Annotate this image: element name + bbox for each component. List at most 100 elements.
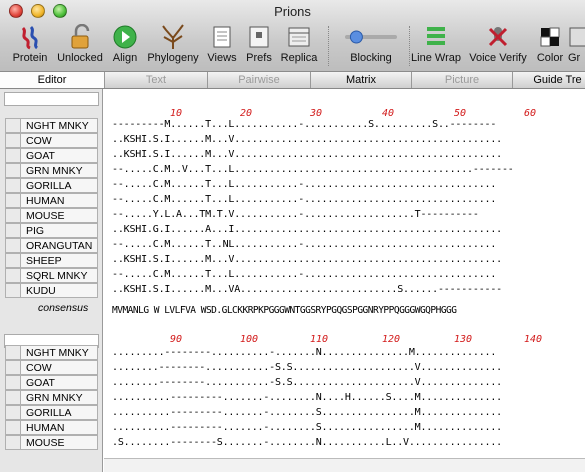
sequence-name: HUMAN: [26, 422, 65, 434]
sequence-name: NGHT MNKY: [26, 120, 89, 132]
tab-guide-tree[interactable]: Guide Tre: [513, 72, 585, 88]
app-window: Prions Protein Unlocked Align Phylogeny …: [0, 0, 585, 472]
sequence-name-row[interactable]: ORANGUTAN: [5, 238, 98, 253]
replica-icon: [288, 27, 310, 47]
toolbar-separator: [328, 26, 329, 66]
sequence-name: GORILLA: [26, 180, 72, 192]
sequence-row[interactable]: ........--------...........-S.S.........…: [112, 375, 502, 390]
row-selector[interactable]: [6, 406, 21, 419]
sequence-row[interactable]: --.....C.M......T...L...........-.......…: [112, 177, 496, 192]
sequence-row[interactable]: ..KSHI.S.I......M...VA..................…: [112, 282, 502, 297]
align-button[interactable]: Align: [110, 24, 140, 68]
sequence-row[interactable]: ..KSHI.S.I......M...V...................…: [112, 132, 502, 147]
sequence-name-row[interactable]: SQRL MNKY: [5, 268, 98, 283]
ruler-number: 100: [240, 334, 259, 345]
row-selector[interactable]: [6, 284, 21, 297]
sequence-name-row[interactable]: PIG: [5, 223, 98, 238]
sequence-name: PIG: [26, 225, 45, 237]
row-selector[interactable]: [6, 134, 21, 147]
row-selector[interactable]: [6, 391, 21, 404]
sequence-name-row[interactable]: NGHT MNKY: [5, 345, 98, 360]
sequence-name: KUDU: [26, 285, 56, 297]
protein-button[interactable]: Protein: [10, 24, 50, 68]
sequence-name: NGHT MNKY: [26, 347, 89, 359]
phylogeny-button[interactable]: Phylogeny: [145, 24, 201, 68]
sequence-name-row[interactable]: GOAT: [5, 148, 98, 163]
blocking-control[interactable]: Blocking: [336, 24, 406, 68]
sequence-row[interactable]: ---------M......T...L...........-.......…: [112, 117, 496, 132]
voice-icon: [488, 27, 508, 47]
sequence-name: COW: [26, 362, 52, 374]
line-wrap-button[interactable]: Line Wrap: [410, 24, 462, 68]
row-selector[interactable]: [6, 149, 21, 162]
tab-text[interactable]: Text: [105, 72, 208, 88]
sequence-name: GRN MNKY: [26, 165, 83, 177]
sequence-row[interactable]: ..........---------.......-........S....…: [112, 405, 502, 420]
sequence-row[interactable]: .........--------..........-.......N....…: [112, 345, 496, 360]
tab-picture[interactable]: Picture: [412, 72, 513, 88]
sequence-row[interactable]: --.....C.M......T...L...........-.......…: [112, 267, 496, 282]
row-selector[interactable]: [6, 254, 21, 267]
horizontal-scrollbar[interactable]: [104, 458, 585, 472]
ruler-number: 130: [454, 334, 473, 345]
slider-icon: [345, 30, 397, 44]
sequence-name: SHEEP: [26, 255, 62, 267]
row-selector[interactable]: [6, 194, 21, 207]
row-selector[interactable]: [6, 346, 21, 359]
sequence-row[interactable]: --.....C.M......T..NL...........-.......…: [112, 237, 496, 252]
alignment-editor[interactable]: 10 20 30 40 50 60 ---------M......T...L......…: [104, 89, 585, 465]
row-selector[interactable]: [6, 421, 21, 434]
sequence-name-row[interactable]: HUMAN: [5, 420, 98, 435]
row-selector[interactable]: [6, 209, 21, 222]
color-button[interactable]: Color: [533, 24, 567, 68]
ruler-number: 110: [310, 334, 329, 345]
sequence-name-row[interactable]: MOUSE: [5, 208, 98, 223]
sequence-row[interactable]: ..KSHI.S.I......M...V...................…: [112, 147, 502, 162]
row-selector[interactable]: [6, 269, 21, 282]
sequence-row[interactable]: --.....C.M......T...L...........-.......…: [112, 192, 496, 207]
sequence-row[interactable]: --.....C.M..V...T...L...................…: [112, 162, 514, 177]
sequence-name-row[interactable]: MOUSE: [5, 435, 98, 450]
replica-button[interactable]: Replica: [279, 24, 319, 68]
sequence-name-row[interactable]: GOAT: [5, 375, 98, 390]
sequence-name-row[interactable]: GRN MNKY: [5, 390, 98, 405]
sequence-row[interactable]: --.....Y.L.A...TM.T.V...........-.......…: [112, 207, 479, 222]
sequence-row[interactable]: ..........---------.......-........N....…: [112, 390, 502, 405]
sequence-name-row[interactable]: NGHT MNKY: [5, 118, 98, 133]
row-selector[interactable]: [6, 164, 21, 177]
tab-pairwise[interactable]: Pairwise: [208, 72, 311, 88]
sequence-name-row[interactable]: GORILLA: [5, 405, 98, 420]
window-title: Prions: [274, 4, 311, 19]
tab-matrix[interactable]: Matrix: [311, 72, 412, 88]
row-selector[interactable]: [6, 119, 21, 132]
sequence-row[interactable]: ..KSHI.G.I......A...I...................…: [112, 222, 502, 237]
row-selector[interactable]: [6, 436, 21, 449]
row-selector[interactable]: [6, 179, 21, 192]
tab-editor[interactable]: Editor: [0, 72, 105, 88]
row-selector[interactable]: [6, 376, 21, 389]
sidebar-header-field: [4, 92, 99, 106]
sequence-name: MOUSE: [26, 210, 65, 222]
sequence-name-row[interactable]: COW: [5, 360, 98, 375]
sequence-name-row[interactable]: HUMAN: [5, 193, 98, 208]
sequence-row[interactable]: .S........--------S.......-........N....…: [112, 435, 502, 450]
sequence-name-row[interactable]: SHEEP: [5, 253, 98, 268]
sequence-name-row[interactable]: GORILLA: [5, 178, 98, 193]
voice-verify-button[interactable]: Voice Verify: [467, 24, 529, 68]
sequence-name-row[interactable]: COW: [5, 133, 98, 148]
row-selector[interactable]: [6, 224, 21, 237]
row-selector[interactable]: [6, 239, 21, 252]
sequence-name-row[interactable]: KUDU: [5, 283, 98, 298]
views-button[interactable]: Views: [205, 24, 239, 68]
row-selector[interactable]: [6, 361, 21, 374]
graph-button[interactable]: Gr: [568, 24, 585, 68]
ruler-number: 60: [524, 108, 537, 119]
prefs-button[interactable]: Prefs: [243, 24, 275, 68]
sequence-row[interactable]: ........--------...........-S.S.........…: [112, 360, 502, 375]
unlocked-button[interactable]: Unlocked: [55, 24, 105, 68]
sequence-name-row[interactable]: GRN MNKY: [5, 163, 98, 178]
sequence-name: GOAT: [26, 150, 55, 162]
sequence-row[interactable]: ..KSHI.S.I......M...V...................…: [112, 252, 502, 267]
sequence-row[interactable]: ..........---------.......-........S....…: [112, 420, 502, 435]
prefs-icon: [249, 26, 269, 48]
